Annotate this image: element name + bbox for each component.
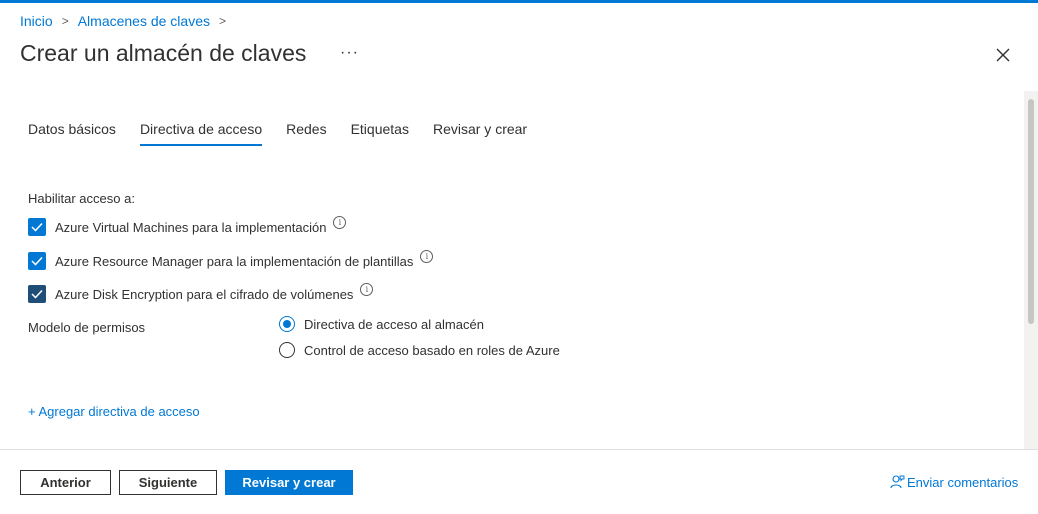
permission-model-label: Modelo de permisos xyxy=(28,320,146,335)
review-create-button[interactable]: Revisar y crear xyxy=(225,470,353,495)
checkmark-icon xyxy=(31,289,43,299)
previous-button[interactable]: Anterior xyxy=(20,470,111,495)
scrollbar-thumb[interactable] xyxy=(1028,99,1034,324)
send-feedback-label: Enviar comentarios xyxy=(907,474,1019,490)
tab-directiva-de-acceso[interactable]: Directiva de acceso xyxy=(139,121,263,146)
top-accent-bar xyxy=(0,0,1038,3)
scrollbar[interactable] xyxy=(1024,91,1038,449)
checkmark-icon xyxy=(31,256,43,266)
rbac-label: Control de acceso basado en roles de Azu… xyxy=(304,342,560,358)
more-options-icon[interactable]: ··· xyxy=(340,44,359,62)
footer: Anterior Siguiente Revisar y crear Envia… xyxy=(0,449,1038,514)
breadcrumb-separator-icon: > xyxy=(61,14,69,28)
breadcrumb-key-vaults-link[interactable]: Almacenes de claves xyxy=(78,13,210,29)
tab-redes[interactable]: Redes xyxy=(286,121,326,146)
vm-deployment-checkbox[interactable] xyxy=(28,218,46,236)
disk-encryption-checkbox[interactable] xyxy=(28,285,46,303)
disk-encryption-option[interactable]: Azure Disk Encryption para el cifrado de… xyxy=(28,282,374,303)
add-access-policy-link[interactable]: + Agregar directiva de acceso xyxy=(28,404,200,419)
feedback-icon xyxy=(890,475,905,489)
vault-access-policy-option[interactable]: Directiva de acceso al almacén xyxy=(279,316,484,332)
breadcrumb: Inicio > Almacenes de claves > xyxy=(20,13,235,29)
breadcrumb-separator-icon: > xyxy=(219,14,227,28)
send-feedback-link[interactable]: Enviar comentarios xyxy=(889,474,1018,490)
info-icon[interactable]: i xyxy=(333,215,347,229)
vault-access-policy-radio[interactable] xyxy=(279,316,295,332)
rbac-radio[interactable] xyxy=(279,342,295,358)
vm-deployment-label: Azure Virtual Machines para la implement… xyxy=(55,219,327,235)
enable-access-label: Habilitar acceso a: xyxy=(28,191,135,206)
vm-deployment-option[interactable]: Azure Virtual Machines para la implement… xyxy=(28,215,347,236)
rbac-option[interactable]: Control de acceso basado en roles de Azu… xyxy=(279,342,560,358)
info-icon[interactable]: i xyxy=(420,249,434,263)
arm-template-label: Azure Resource Manager para la implement… xyxy=(55,253,414,269)
tab-revisar-y-crear[interactable]: Revisar y crear xyxy=(433,121,527,146)
close-icon[interactable] xyxy=(993,45,1013,65)
page-title: Crear un almacén de claves xyxy=(20,40,307,66)
vault-access-policy-label: Directiva de acceso al almacén xyxy=(304,316,484,332)
tab-list: Datos básicos Directiva de acceso Redes … xyxy=(28,121,551,146)
tab-datos-basicos[interactable]: Datos básicos xyxy=(28,121,116,146)
arm-template-option[interactable]: Azure Resource Manager para la implement… xyxy=(28,249,434,270)
checkmark-icon xyxy=(31,222,43,232)
disk-encryption-label: Azure Disk Encryption para el cifrado de… xyxy=(55,286,354,302)
info-icon[interactable]: i xyxy=(360,282,374,296)
breadcrumb-home-link[interactable]: Inicio xyxy=(20,13,53,29)
next-button[interactable]: Siguiente xyxy=(119,470,217,495)
arm-template-checkbox[interactable] xyxy=(28,252,46,270)
tab-etiquetas[interactable]: Etiquetas xyxy=(351,121,409,146)
